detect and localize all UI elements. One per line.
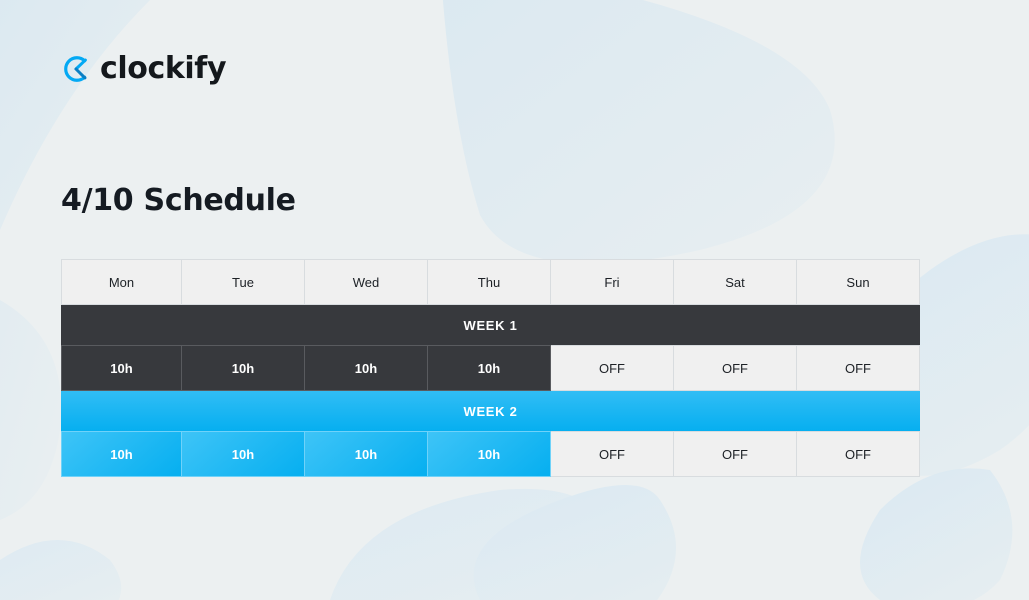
- clockify-clock-icon: [64, 56, 87, 82]
- schedule-cell[interactable]: OFF: [551, 345, 674, 391]
- column-header-mon: Mon: [61, 259, 182, 305]
- schedule-table: Mon Tue Wed Thu Fri Sat Sun WEEK 1 10h 1…: [61, 259, 920, 477]
- week-1-row: 10h 10h 10h 10h OFF OFF OFF: [61, 345, 920, 391]
- schedule-cell[interactable]: 10h: [182, 431, 305, 477]
- schedule-cell[interactable]: 10h: [182, 345, 305, 391]
- week-2-banner: WEEK 2: [61, 391, 920, 431]
- schedule-header-row: Mon Tue Wed Thu Fri Sat Sun: [61, 259, 920, 305]
- schedule-cell[interactable]: 10h: [61, 431, 182, 477]
- schedule-cell[interactable]: OFF: [797, 431, 920, 477]
- schedule-cell[interactable]: 10h: [61, 345, 182, 391]
- schedule-cell[interactable]: 10h: [305, 431, 428, 477]
- schedule-cell[interactable]: 10h: [428, 345, 551, 391]
- column-header-sun: Sun: [797, 259, 920, 305]
- page-title: 4/10 Schedule: [61, 183, 296, 218]
- page-root: clockify 4/10 Schedule Mon Tue Wed Thu F…: [0, 0, 1029, 600]
- week-1-banner: WEEK 1: [61, 305, 920, 345]
- clockify-logo: clockify: [61, 51, 227, 86]
- column-header-wed: Wed: [305, 259, 428, 305]
- column-header-thu: Thu: [428, 259, 551, 305]
- week-2-row: 10h 10h 10h 10h OFF OFF OFF: [61, 431, 920, 477]
- schedule-cell[interactable]: 10h: [305, 345, 428, 391]
- schedule-cell[interactable]: OFF: [551, 431, 674, 477]
- schedule-cell[interactable]: OFF: [674, 345, 797, 391]
- clockify-wordmark: clockify: [100, 51, 227, 86]
- column-header-sat: Sat: [674, 259, 797, 305]
- schedule-cell[interactable]: 10h: [428, 431, 551, 477]
- column-header-fri: Fri: [551, 259, 674, 305]
- column-header-tue: Tue: [182, 259, 305, 305]
- schedule-cell[interactable]: OFF: [797, 345, 920, 391]
- schedule-cell[interactable]: OFF: [674, 431, 797, 477]
